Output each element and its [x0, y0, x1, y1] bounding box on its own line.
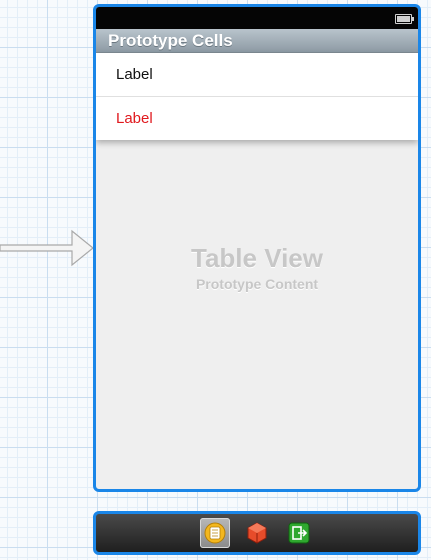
- scene-dock: [93, 511, 421, 555]
- prototype-cells: Label Label: [96, 53, 418, 140]
- initial-scene-arrow-icon[interactable]: [0, 228, 96, 268]
- table-view-placeholder: Table View Prototype Content: [96, 243, 418, 292]
- placeholder-subtitle: Prototype Content: [195, 276, 319, 292]
- first-responder-icon[interactable]: [242, 518, 272, 548]
- section-header: Prototype Cells: [96, 29, 418, 53]
- placeholder-title: Table View: [191, 243, 323, 273]
- prototype-cell-1[interactable]: Label: [96, 53, 418, 97]
- exit-icon[interactable]: [284, 518, 314, 548]
- view-controller-icon[interactable]: [200, 518, 230, 548]
- battery-icon: [395, 14, 414, 24]
- table-view-controller-scene[interactable]: Prototype Cells Label Label Table View P…: [93, 4, 421, 492]
- status-bar: [96, 7, 418, 29]
- prototype-cell-2[interactable]: Label: [96, 97, 418, 140]
